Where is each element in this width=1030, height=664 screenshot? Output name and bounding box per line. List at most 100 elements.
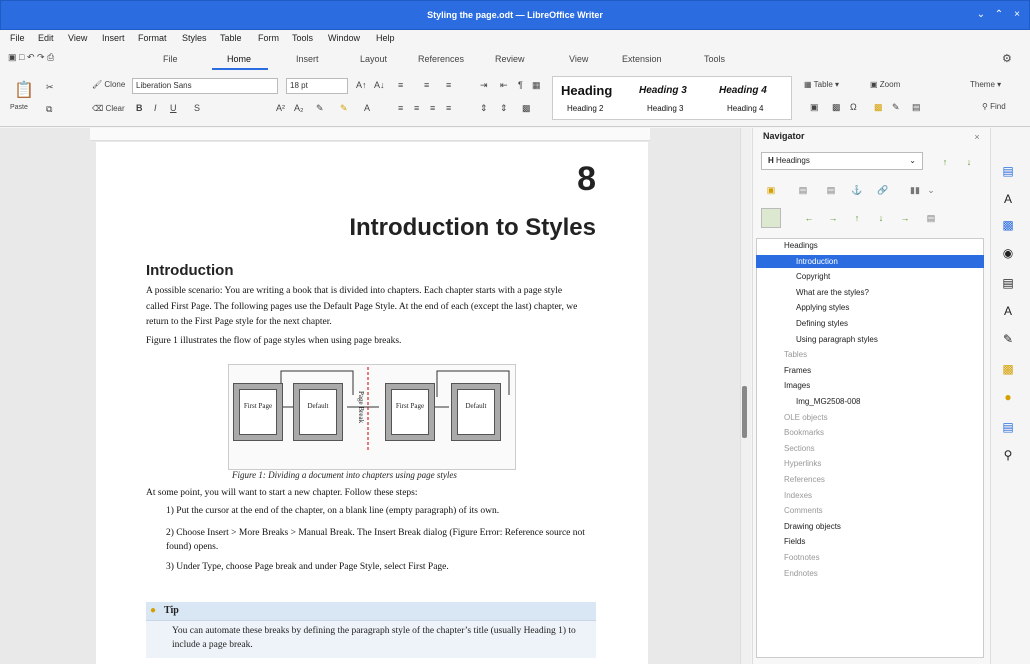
tree-item[interactable]: Images xyxy=(784,381,810,390)
toggle-icon[interactable]: ▣ xyxy=(765,184,777,196)
maximize-icon[interactable]: ⌃ xyxy=(993,9,1005,21)
bullets-icon[interactable]: ≡ xyxy=(398,80,403,90)
menu-edit[interactable]: Edit xyxy=(38,33,54,43)
tree-item[interactable]: Endnotes xyxy=(784,569,818,578)
menu-form[interactable]: Form xyxy=(258,33,279,43)
minimize-icon[interactable]: ⌄ xyxy=(975,9,987,21)
accessibility-icon[interactable]: ▤ xyxy=(999,418,1017,436)
tree-item[interactable]: Footnotes xyxy=(784,553,820,562)
line-spacing-icon[interactable]: ⇕ xyxy=(480,103,488,114)
menu-insert[interactable]: Insert xyxy=(102,33,125,43)
pdf-export-icon[interactable]: ▤ xyxy=(912,102,921,113)
tab-home[interactable]: Home xyxy=(227,54,251,64)
content-tracking-icon[interactable]: ▤ xyxy=(925,212,937,224)
bold-button[interactable]: B xyxy=(136,103,143,113)
styles-icon[interactable]: A xyxy=(999,190,1017,208)
cut-icon[interactable]: ✂ xyxy=(46,82,54,93)
anchor-icon[interactable]: ⚓ xyxy=(851,184,863,196)
justify-icon[interactable]: ≡ xyxy=(446,103,451,113)
underline-button[interactable]: U xyxy=(170,103,177,113)
tab-tools[interactable]: Tools xyxy=(704,54,725,64)
para-spacing-icon[interactable]: ⇕ xyxy=(500,103,508,114)
next-icon[interactable]: ↓ xyxy=(963,156,975,168)
tree-item[interactable]: Img_MG2508-008 xyxy=(796,397,860,406)
numbering-icon[interactable]: ≡ xyxy=(424,80,429,90)
copy-icon[interactable]: ⧉ xyxy=(46,104,52,115)
grow-font-icon[interactable]: A↑ xyxy=(356,80,367,90)
superscript-icon[interactable]: A² xyxy=(276,103,285,113)
outdent-icon[interactable]: ⇤ xyxy=(500,80,508,91)
highlight-color-icon[interactable]: ✎ xyxy=(340,103,348,114)
shrink-font-icon[interactable]: A↓ xyxy=(374,80,385,90)
navigator-category-select[interactable]: H Headings ⌄ xyxy=(761,152,923,170)
properties-icon[interactable]: ▤ xyxy=(999,162,1017,180)
tree-item[interactable]: Headings xyxy=(784,241,818,250)
link-icon[interactable]: 🔗 xyxy=(877,184,889,196)
previous-icon[interactable]: ↑ xyxy=(939,156,951,168)
style-heading[interactable]: Heading xyxy=(561,83,612,98)
styles-gallery[interactable]: Heading Heading 3 Heading 4 Heading 2 He… xyxy=(552,76,792,120)
font-size-box[interactable]: 18 pt xyxy=(286,78,348,94)
style-inspector-icon[interactable]: A xyxy=(999,302,1017,320)
comment-icon[interactable]: ▩ xyxy=(874,102,883,113)
menu-help[interactable]: Help xyxy=(376,33,395,43)
comments-icon[interactable]: ● xyxy=(999,388,1017,406)
outline-icon[interactable]: ≡ xyxy=(446,80,451,90)
menu-view[interactable]: View xyxy=(68,33,87,43)
navigator-toggle-icon[interactable]: ▦ xyxy=(532,80,541,91)
page-icon[interactable]: ▤ xyxy=(797,184,809,196)
tab-file[interactable]: File xyxy=(163,54,178,64)
chart-icon[interactable]: ▩ xyxy=(832,102,841,113)
strikethrough-button[interactable]: S xyxy=(194,103,200,113)
menu-tools[interactable]: Tools xyxy=(292,33,313,43)
promote-chapter-icon[interactable]: ← xyxy=(803,212,815,224)
font-color-icon[interactable]: A xyxy=(364,103,370,113)
menu-window[interactable]: Window xyxy=(328,33,360,43)
paragraph-marks-icon[interactable]: ¶ xyxy=(518,80,523,90)
style-heading-3[interactable]: Heading 3 xyxy=(639,85,687,96)
tree-item[interactable]: Frames xyxy=(784,366,811,375)
design-icon[interactable]: ▩ xyxy=(999,360,1017,378)
menu-file[interactable]: File xyxy=(10,33,25,43)
close-icon[interactable]: × xyxy=(971,131,983,143)
table-button[interactable]: ▦ Table ▾ xyxy=(804,80,839,89)
tree-item[interactable]: Bookmarks xyxy=(784,428,824,437)
tree-item[interactable]: Comments xyxy=(784,506,823,515)
gallery-icon[interactable]: ▩ xyxy=(999,216,1017,234)
pin-icon[interactable]: ▮▮ xyxy=(909,184,921,196)
theme-button[interactable]: Theme ▾ xyxy=(970,80,1001,89)
align-right-icon[interactable]: ≡ xyxy=(430,103,435,113)
tab-extension[interactable]: Extension xyxy=(622,54,662,64)
menu-styles[interactable]: Styles xyxy=(182,33,207,43)
menu-format[interactable]: Format xyxy=(138,33,167,43)
tree-item[interactable]: OLE objects xyxy=(784,413,828,422)
navigator-icon[interactable]: ◉ xyxy=(999,244,1017,262)
font-name-box[interactable]: Liberation Sans xyxy=(132,78,278,94)
indent-icon[interactable]: ⇥ xyxy=(480,80,488,91)
tree-item[interactable]: Introduction xyxy=(796,257,838,266)
move-up-icon[interactable]: ↑ xyxy=(851,212,863,224)
check-icon[interactable] xyxy=(761,208,781,228)
tree-item[interactable]: Fields xyxy=(784,537,805,546)
tree-item[interactable]: Using paragraph styles xyxy=(796,335,878,344)
find-button[interactable]: ⚲ Find xyxy=(982,102,1006,111)
menu-table[interactable]: Table xyxy=(220,33,242,43)
zoom-button[interactable]: ▣ Zoom xyxy=(870,80,900,89)
doc-icon[interactable]: ▤ xyxy=(825,184,837,196)
tree-item[interactable]: Applying styles xyxy=(796,303,849,312)
tree-item[interactable]: Hyperlinks xyxy=(784,459,821,468)
italic-button[interactable]: I xyxy=(154,103,157,113)
document-page[interactable]: 8 Introduction to Styles Introduction A … xyxy=(96,142,648,664)
scrollbar-thumb[interactable] xyxy=(742,386,747,438)
tab-insert[interactable]: Insert xyxy=(296,54,319,64)
special-char-icon[interactable]: Ω xyxy=(850,102,857,112)
move-down-icon[interactable]: ↓ xyxy=(875,212,887,224)
align-left-icon[interactable]: ≡ xyxy=(398,103,403,113)
quick-access-icon[interactable]: ▣ □ ↶ ↷ ⎙ xyxy=(8,52,54,63)
demote-chapter-icon[interactable]: → xyxy=(827,212,839,224)
horizontal-ruler[interactable] xyxy=(90,128,650,141)
clear-button[interactable]: ⌫ Clear xyxy=(92,104,125,113)
subscript-icon[interactable]: A₂ xyxy=(294,103,304,113)
manage-changes-icon[interactable]: ✎ xyxy=(999,330,1017,348)
style-heading-4[interactable]: Heading 4 xyxy=(727,104,763,113)
